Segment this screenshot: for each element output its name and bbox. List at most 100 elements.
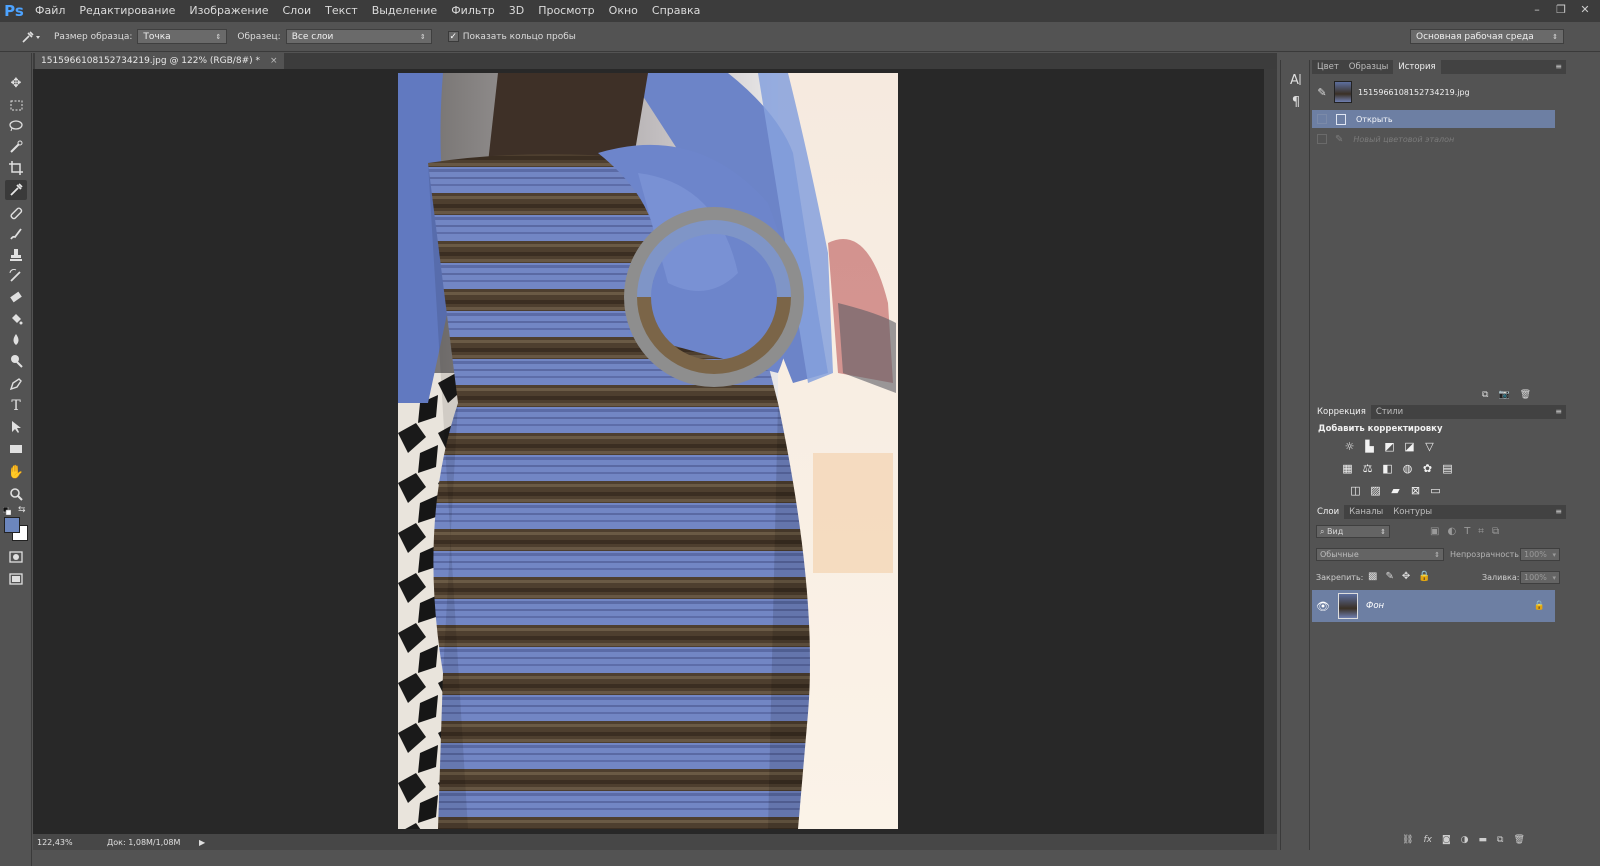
zoom-tool-icon[interactable] (5, 484, 27, 504)
menu-filter[interactable]: Фильтр (444, 0, 502, 22)
blend-mode-select[interactable]: Обычные ⇕ (1316, 548, 1444, 561)
tab-swatches[interactable]: Образцы (1344, 60, 1394, 74)
tab-color[interactable]: Цвет (1312, 60, 1344, 74)
lock-image-icon[interactable]: ✎ (1385, 571, 1393, 582)
move-tool-icon[interactable]: ✥ (5, 73, 27, 93)
brush-tool-icon[interactable] (5, 224, 27, 244)
menu-type[interactable]: Текст (318, 0, 365, 22)
black-white-icon[interactable]: ◧ (1380, 461, 1395, 476)
new-document-from-state-icon[interactable]: ⧉ (1482, 390, 1488, 400)
exposure-icon[interactable]: ◪ (1402, 439, 1417, 454)
type-tool-icon[interactable]: T (5, 396, 27, 416)
workspace-select[interactable]: Основная рабочая среда ⇕ (1410, 29, 1564, 44)
panel-menu-icon[interactable]: ≡ (1555, 505, 1562, 519)
threshold-icon[interactable]: ▰ (1388, 483, 1403, 498)
vertical-scrollbar[interactable] (1264, 69, 1277, 834)
menu-select[interactable]: Выделение (365, 0, 445, 22)
screen-mode-icon[interactable] (5, 569, 27, 589)
tab-adjustments[interactable]: Коррекция (1312, 405, 1371, 419)
lock-all-icon[interactable]: 🔒 (1418, 571, 1430, 582)
new-layer-icon[interactable]: ⧉ (1497, 835, 1503, 845)
crop-tool-icon[interactable] (5, 158, 27, 178)
curves-icon[interactable]: ◩ (1382, 439, 1397, 454)
brightness-contrast-icon[interactable]: ☼ (1342, 439, 1357, 454)
swap-colors-icon[interactable]: ⇆ (18, 505, 26, 515)
channel-mixer-icon[interactable]: ✿ (1420, 461, 1435, 476)
layer-filter-select[interactable]: ⌕ Вид ⇕ (1316, 525, 1390, 538)
healing-brush-tool-icon[interactable] (5, 203, 27, 223)
document-image[interactable] (398, 73, 898, 829)
hue-saturation-icon[interactable]: ▦ (1340, 461, 1355, 476)
color-balance-icon[interactable]: ⚖ (1360, 461, 1375, 476)
zoom-level-field[interactable]: 122,43% (33, 838, 87, 847)
history-step-new-sampler[interactable]: ✎ Новый цветовой эталон (1312, 130, 1554, 148)
tab-channels[interactable]: Каналы (1344, 505, 1388, 519)
character-panel-icon[interactable]: A (1287, 70, 1305, 88)
sample-size-select[interactable]: Точка ⇕ (137, 29, 228, 44)
filter-smart-object-icon[interactable]: ⧉ (1492, 526, 1499, 537)
panel-menu-icon[interactable]: ≡ (1555, 60, 1562, 74)
path-selection-tool-icon[interactable] (5, 417, 27, 437)
status-menu-arrow-icon[interactable]: ▶ (199, 838, 205, 847)
lock-transparency-icon[interactable]: ▩ (1368, 571, 1377, 582)
paragraph-panel-icon[interactable]: ¶ (1287, 93, 1305, 111)
eyedropper-preset-icon[interactable] (18, 28, 44, 46)
sample-select[interactable]: Все слои ⇕ (285, 29, 432, 44)
opacity-field[interactable]: 100% ▾ (1520, 548, 1560, 561)
clone-stamp-tool-icon[interactable] (5, 245, 27, 265)
menu-help[interactable]: Справка (645, 0, 707, 22)
quick-selection-tool-icon[interactable] (5, 137, 27, 157)
close-tab-icon[interactable]: × (270, 56, 278, 66)
posterize-icon[interactable]: ▨ (1368, 483, 1383, 498)
delete-layer-icon[interactable]: 🗑 (1513, 835, 1524, 845)
marquee-tool-icon[interactable] (5, 95, 27, 115)
eraser-tool-icon[interactable] (5, 287, 27, 307)
history-snapshot[interactable]: ✎ 1515966108152734219.jpg (1312, 78, 1554, 106)
camera-icon[interactable]: 📷 (1498, 390, 1509, 400)
history-brush-tool-icon[interactable] (5, 266, 27, 286)
lock-position-icon[interactable]: ✥ (1402, 571, 1410, 582)
foreground-color-swatch[interactable] (4, 517, 20, 533)
history-checkbox[interactable] (1317, 114, 1327, 124)
panel-menu-icon[interactable]: ≡ (1555, 405, 1562, 419)
link-layers-icon[interactable]: ⛓ (1402, 835, 1413, 845)
menu-view[interactable]: Просмотр (531, 0, 601, 22)
close-button[interactable]: ✕ (1574, 0, 1596, 18)
minimize-button[interactable]: – (1526, 0, 1548, 18)
canvas-area[interactable] (33, 69, 1264, 834)
document-tab[interactable]: 1515966108152734219.jpg @ 122% (RGB/8#) … (35, 53, 284, 69)
selective-color-icon[interactable]: ⊠ (1408, 483, 1423, 498)
photo-filter-icon[interactable]: ◍ (1400, 461, 1415, 476)
show-ring-checkbox[interactable]: ✓ (447, 31, 459, 42)
tab-history[interactable]: История (1393, 60, 1441, 74)
menu-3d[interactable]: 3D (502, 0, 531, 22)
menu-image[interactable]: Изображение (182, 0, 275, 22)
hand-tool-icon[interactable]: ✋ (5, 462, 27, 482)
menu-file[interactable]: Файл (28, 0, 72, 22)
filter-pixel-icon[interactable]: ▣ (1430, 526, 1439, 537)
blur-tool-icon[interactable] (5, 330, 27, 350)
layer-style-fx-icon[interactable]: fx (1423, 835, 1432, 845)
color-lookup-icon[interactable]: ▤ (1440, 461, 1455, 476)
layer-row-background[interactable]: 👁 Фон 🔒 (1312, 590, 1555, 622)
tab-styles[interactable]: Стили (1371, 405, 1408, 419)
dodge-tool-icon[interactable] (5, 351, 27, 371)
menu-window[interactable]: Окно (602, 0, 645, 22)
visibility-eye-icon[interactable]: 👁 (1312, 600, 1334, 613)
new-group-icon[interactable]: ▬ (1479, 835, 1488, 845)
trash-icon[interactable]: 🗑 (1520, 390, 1531, 400)
history-step-open[interactable]: Открыть (1312, 110, 1555, 128)
history-checkbox[interactable] (1317, 134, 1327, 144)
levels-icon[interactable]: ▙ (1362, 439, 1377, 454)
add-mask-icon[interactable]: ◙ (1442, 835, 1451, 845)
tab-paths[interactable]: Контуры (1388, 505, 1437, 519)
paint-bucket-tool-icon[interactable] (5, 309, 27, 329)
lasso-tool-icon[interactable] (5, 116, 27, 136)
quick-mask-icon[interactable] (5, 547, 27, 567)
filter-type-icon[interactable]: T (1464, 526, 1470, 537)
filter-shape-icon[interactable]: ⌗ (1478, 526, 1484, 537)
new-adjustment-layer-icon[interactable]: ◑ (1461, 835, 1469, 845)
default-colors-icon[interactable] (2, 506, 12, 516)
rectangle-tool-icon[interactable] (5, 439, 27, 459)
filter-adjustment-icon[interactable]: ◐ (1447, 526, 1456, 537)
